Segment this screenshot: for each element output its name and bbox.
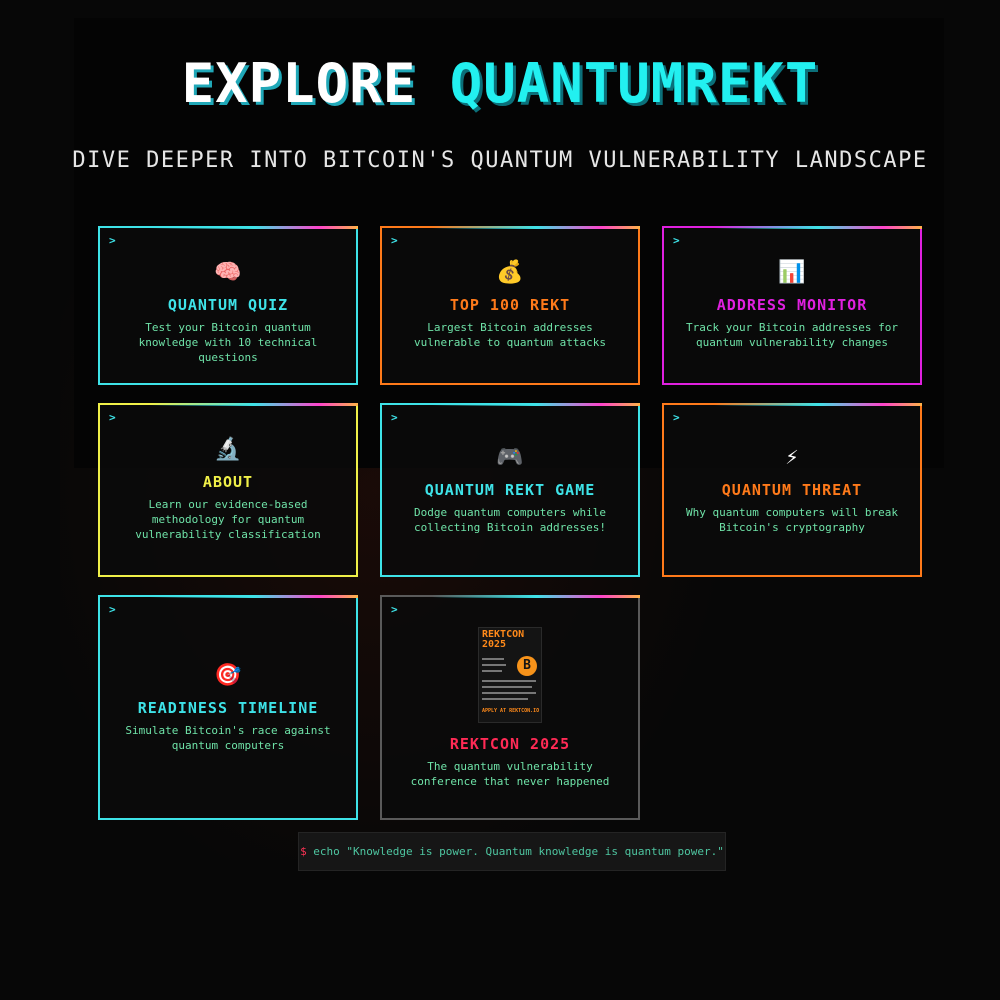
brain-icon: 🧠 (214, 260, 242, 285)
poster-text-line (482, 698, 528, 700)
card-description: Test your Bitcoin quantum knowledge with… (138, 321, 318, 364)
page-title-part1: EXPLORE (181, 52, 450, 115)
prompt-glyph: > (673, 411, 680, 424)
poster-text-line (482, 670, 502, 672)
card-about[interactable]: > 🔬 ABOUT Learn our evidence-based metho… (98, 403, 358, 577)
card-description: Simulate Bitcoin's race against quantum … (125, 724, 331, 752)
card-title: TOP 100 REKT (449, 296, 571, 314)
poster-text-line (482, 658, 504, 660)
prompt-glyph: > (391, 603, 398, 616)
poster-apply-text: APPLY AT REKTCON.IO (482, 708, 540, 714)
card-title: ADDRESS MONITOR (716, 296, 868, 314)
terminal-command: echo "Knowledge is power. Quantum knowle… (306, 845, 724, 858)
card-description: The quantum vulnerability conference tha… (410, 760, 610, 788)
poster-text-line (482, 686, 532, 688)
lightning-icon: ⚡ (785, 445, 799, 470)
prompt-glyph: > (109, 603, 116, 616)
poster-text-line (482, 680, 536, 682)
game-controller-icon: 🎮 (496, 445, 524, 470)
terminal-prompt: $ (300, 845, 307, 858)
card-readiness-timeline[interactable]: > 🎯 READINESS TIMELINE Simulate Bitcoin'… (98, 595, 358, 820)
rektcon-poster-image: REKTCON 2025 B APPLY AT REKTCON.IO (478, 627, 542, 723)
prompt-glyph: > (109, 234, 116, 247)
card-description: Dodge quantum computers while collecting… (413, 506, 607, 534)
terminal-quote: $ echo "Knowledge is power. Quantum know… (298, 832, 726, 871)
card-title: READINESS TIMELINE (137, 699, 319, 717)
microscope-icon: 🔬 (214, 437, 242, 462)
card-title: QUANTUM REKT GAME (424, 481, 596, 499)
prompt-glyph: > (673, 234, 680, 247)
page-title-accent: QUANTUMREKT (449, 52, 819, 115)
card-top-100-rekt[interactable]: > 💰 TOP 100 REKT Largest Bitcoin address… (380, 226, 640, 385)
card-title: QUANTUM THREAT (721, 481, 863, 499)
card-quantum-rekt-game[interactable]: > 🎮 QUANTUM REKT GAME Dodge quantum comp… (380, 403, 640, 577)
poster-title: REKTCON 2025 (482, 629, 525, 650)
page-title: EXPLORE QUANTUMREKT (0, 52, 1000, 115)
card-title: REKTCON 2025 (449, 735, 571, 753)
card-address-monitor[interactable]: > 📊 ADDRESS MONITOR Track your Bitcoin a… (662, 226, 922, 385)
card-quantum-threat[interactable]: > ⚡ QUANTUM THREAT Why quantum computers… (662, 403, 922, 577)
card-quantum-quiz[interactable]: > 🧠 QUANTUM QUIZ Test your Bitcoin quant… (98, 226, 358, 385)
card-description: Track your Bitcoin addresses for quantum… (686, 321, 898, 349)
page-subtitle: DIVE DEEPER INTO BITCOIN'S QUANTUM VULNE… (72, 148, 928, 173)
card-description: Largest Bitcoin addresses vulnerable to … (413, 321, 607, 349)
bar-chart-icon: 📊 (778, 260, 806, 285)
card-title: ABOUT (202, 473, 254, 491)
target-icon: 🎯 (214, 663, 242, 688)
poster-text-line (482, 692, 536, 694)
card-title: QUANTUM QUIZ (167, 296, 289, 314)
card-description: Why quantum computers will break Bitcoin… (686, 506, 898, 534)
prompt-glyph: > (391, 234, 398, 247)
card-rektcon-2025[interactable]: > REKTCON 2025 B APPLY AT REKTCON.IO REKT… (380, 595, 640, 820)
prompt-glyph: > (391, 411, 398, 424)
card-description: Learn our evidence-based methodology for… (135, 498, 321, 541)
bitcoin-logo-icon: B (517, 656, 537, 676)
prompt-glyph: > (109, 411, 116, 424)
money-bag-icon: 💰 (496, 260, 524, 285)
poster-text-line (482, 664, 506, 666)
